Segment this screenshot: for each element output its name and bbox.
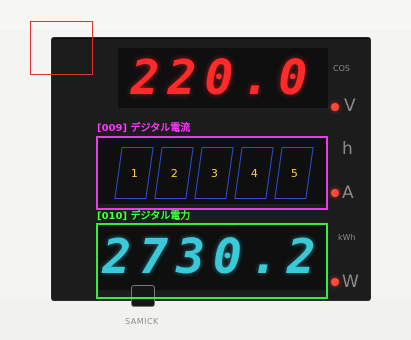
unit-v-label: V xyxy=(344,96,356,116)
digit-slot-3-number: 3 xyxy=(210,166,218,180)
current-label: [009] デジタル電流 xyxy=(97,123,191,134)
digit-slot-5-number: 5 xyxy=(290,166,298,180)
unit-kwh-label: kWh xyxy=(338,233,356,242)
digit-slot-1-number: 1 xyxy=(130,166,138,180)
power-indicator-led xyxy=(331,278,339,286)
digit-slot-2-number: 2 xyxy=(170,166,178,180)
background-bottom xyxy=(0,300,411,340)
unit-cos-label: COS xyxy=(333,64,350,73)
power-label: [010] デジタル電力 xyxy=(97,211,191,222)
brand-label: SAMICK xyxy=(125,317,159,326)
digit-slot-4-number: 4 xyxy=(250,166,258,180)
unit-h-label: h xyxy=(342,139,353,159)
screen-canvas: 220.0 2730.2 COS V h A kWh W SAMICK [009… xyxy=(0,0,411,340)
voltage-display: 220.0 xyxy=(118,48,328,108)
voltage-indicator-led xyxy=(331,103,339,111)
current-indicator-led xyxy=(331,189,339,197)
power-bounding-box xyxy=(96,223,328,299)
unit-a-label: A xyxy=(342,183,354,203)
voltage-readout: 220.0 xyxy=(130,50,316,106)
selection-frame-red xyxy=(30,21,93,75)
unit-w-label: W xyxy=(342,272,359,292)
